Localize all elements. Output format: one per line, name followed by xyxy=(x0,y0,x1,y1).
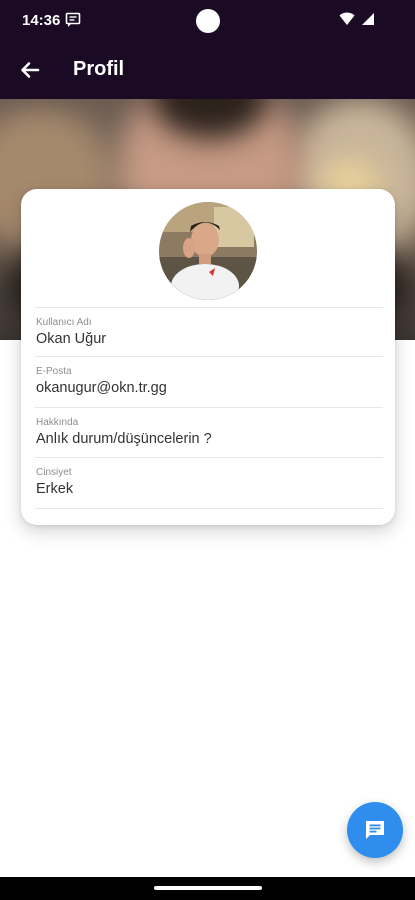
profile-card: Kullanıcı Adı Okan Uğur E-Posta okanugur… xyxy=(21,189,395,525)
message-icon xyxy=(65,12,81,27)
app-bar: Profil xyxy=(0,42,415,99)
chat-button[interactable] xyxy=(347,802,403,858)
status-icons xyxy=(339,12,375,26)
wifi-icon xyxy=(339,12,355,25)
field-value: Erkek xyxy=(36,481,74,497)
field-label: Cinsiyet xyxy=(36,467,72,478)
arrow-left-icon[interactable] xyxy=(16,56,44,84)
status-bar: 14:36 xyxy=(0,0,415,42)
field-label: Hakkında xyxy=(36,417,79,428)
avatar-photo xyxy=(159,202,257,300)
chat-icon xyxy=(366,821,384,839)
field-value: okanugur@okn.tr.gg xyxy=(36,380,167,396)
avatar[interactable] xyxy=(159,202,257,300)
field-username: Kullanıcı Adı Okan Uğur xyxy=(35,307,383,356)
camera-cutout xyxy=(196,9,220,33)
field-about: Hakkında Anlık durum/düşüncelerin ? xyxy=(35,407,383,458)
home-indicator[interactable] xyxy=(154,886,262,890)
field-value: Okan Uğur xyxy=(36,331,107,347)
signal-icon xyxy=(362,13,374,25)
field-value: Anlık durum/düşüncelerin ? xyxy=(36,431,212,447)
field-gender: Cinsiyet Erkek xyxy=(35,457,383,509)
status-time: 14:36 xyxy=(22,12,61,29)
field-email: E-Posta okanugur@okn.tr.gg xyxy=(35,356,383,407)
field-label: Kullanıcı Adı xyxy=(36,317,92,328)
page-title: Profil xyxy=(73,58,125,80)
navigation-bar xyxy=(0,877,415,900)
profile-screen: 14:36 Profil Kullanıcı Adı Okan Uğur E-P… xyxy=(0,0,415,900)
field-label: E-Posta xyxy=(36,366,72,377)
